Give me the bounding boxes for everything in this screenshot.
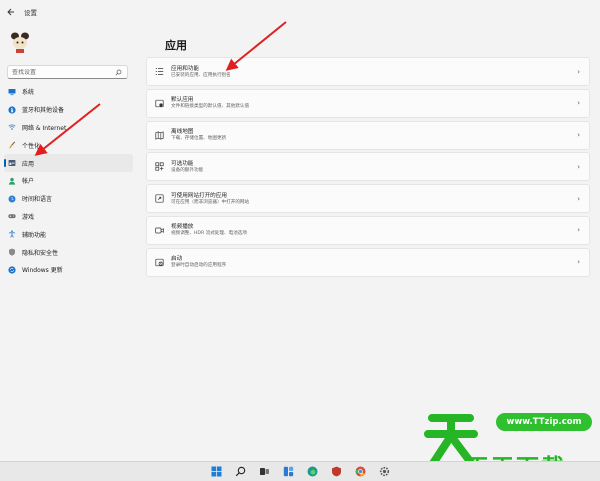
card-title: 启动: [171, 256, 183, 263]
sidebar-item-time-language[interactable]: 时间和语言: [4, 190, 133, 208]
sidebar-item-personalization[interactable]: 个性化: [4, 136, 133, 154]
sidebar-item-bluetooth[interactable]: 蓝牙和其他设备: [4, 101, 133, 119]
taskbar: [0, 461, 600, 481]
card-subtitle: 可在应用（而非浏览器）中打开的网站: [171, 199, 250, 205]
card-title: 可选功能: [171, 160, 194, 167]
avatar-icon: [11, 32, 29, 53]
sidebar-item-label: 个性化: [22, 142, 41, 150]
back-arrow-icon: [7, 8, 14, 16]
sidebar-item-label: 隐私和安全性: [22, 249, 59, 257]
settings-card-list: 应用和功能 已安装的应用、应用执行别名 › 默认应用 文件和链接类型的默认值、其他默…: [146, 57, 590, 280]
chevron-right-icon: ›: [577, 226, 580, 235]
sidebar-item-apps[interactable]: 应用: [4, 154, 133, 172]
card-apps-for-websites[interactable]: 可使用网站打开的应用 可在应用（而非浏览器）中打开的网站 ›: [146, 184, 590, 214]
sidebar-item-label: 网络 & Internet: [22, 124, 67, 132]
page-title: 应用: [165, 39, 187, 52]
avatar[interactable]: [8, 30, 32, 54]
card-subtitle: 文件和链接类型的默认值、其他默认值: [171, 104, 250, 110]
settings-icon[interactable]: [377, 465, 391, 479]
widgets-icon[interactable]: [281, 465, 295, 479]
user-icon: [8, 177, 16, 185]
sidebar-item-label: 蓝牙和其他设备: [22, 107, 65, 115]
card-title: 离线地图: [171, 129, 194, 136]
card-startup[interactable]: 启动 登录时自动启动的应用程序 ›: [146, 247, 590, 277]
search-icon[interactable]: [113, 67, 123, 77]
sidebar-item-label: 辅助功能: [22, 231, 47, 239]
sidebar-item-accounts[interactable]: 帐户: [4, 172, 133, 190]
card-apps-features[interactable]: 应用和功能 已安装的应用、应用执行别名 ›: [146, 57, 590, 86]
gamepad-icon: [8, 212, 16, 220]
card-default-apps[interactable]: 默认应用 文件和链接类型的默认值、其他默认值 ›: [146, 88, 590, 118]
monitor-icon: [8, 88, 16, 96]
video-icon: [154, 225, 164, 235]
sidebar-item-system[interactable]: 系统: [4, 83, 133, 101]
default-app-icon: [154, 98, 164, 108]
card-video-playback[interactable]: 视频播放 视频调整、HDR 流式处理、电池选项 ›: [146, 215, 590, 245]
shield-icon: [8, 248, 16, 256]
card-subtitle: 下载、存储位置、地图更新: [171, 136, 227, 142]
chevron-right-icon: ›: [577, 99, 580, 108]
sidebar-item-label: 应用: [22, 160, 35, 168]
web-app-icon: [154, 194, 164, 204]
sidebar-item-label: 帐户: [22, 178, 35, 186]
optional-features-icon: [154, 162, 164, 172]
startup-icon: [154, 257, 164, 267]
title-bar: 设置: [0, 0, 600, 24]
sidebar-item-label: 系统: [22, 89, 35, 97]
search-box: [7, 65, 128, 79]
back-button[interactable]: [0, 0, 22, 24]
brush-icon: [8, 141, 16, 149]
security-icon[interactable]: [329, 465, 343, 479]
card-optional-features[interactable]: 可选功能 设备的额外功能 ›: [146, 152, 590, 182]
sidebar-item-network[interactable]: 网络 & Internet: [4, 119, 133, 137]
bluetooth-icon: [8, 106, 16, 114]
sidebar-item-accessibility[interactable]: 辅助功能: [4, 225, 133, 243]
card-subtitle: 视频调整、HDR 流式处理、电池选项: [171, 231, 247, 237]
wifi-icon: [8, 123, 16, 131]
card-subtitle: 设备的额外功能: [171, 167, 204, 173]
chevron-right-icon: ›: [577, 67, 580, 76]
sidebar-nav: 系统 蓝牙和其他设备 网络 & Internet 个性化 应用 帐户 时间和语言…: [4, 83, 133, 279]
sidebar-item-windows-update[interactable]: Windows 更新: [4, 261, 133, 279]
apps-icon: [8, 159, 16, 167]
edge-icon[interactable]: [305, 465, 319, 479]
card-title: 可使用网站打开的应用: [171, 192, 227, 199]
app-title: 设置: [24, 9, 37, 17]
sidebar-item-label: 游戏: [22, 213, 35, 221]
globe-clock-icon: [8, 195, 16, 203]
update-icon: [8, 266, 16, 274]
list-icon: [154, 67, 164, 77]
sidebar-item-label: 时间和语言: [22, 196, 53, 204]
accessibility-icon: [8, 230, 16, 238]
chevron-right-icon: ›: [577, 131, 580, 140]
chevron-right-icon: ›: [577, 194, 580, 203]
card-title: 应用和功能: [171, 65, 199, 72]
sidebar-item-gaming[interactable]: 游戏: [4, 208, 133, 226]
chevron-right-icon: ›: [577, 162, 580, 171]
chevron-right-icon: ›: [577, 258, 580, 267]
search-icon[interactable]: [233, 465, 247, 479]
watermark-url: www.TTzip.com: [496, 413, 592, 431]
card-offline-maps[interactable]: 离线地图 下载、存储位置、地图更新 ›: [146, 120, 590, 150]
map-icon: [154, 130, 164, 140]
chrome-icon[interactable]: [353, 465, 367, 479]
card-subtitle: 登录时自动启动的应用程序: [171, 263, 227, 269]
sidebar-item-privacy[interactable]: 隐私和安全性: [4, 243, 133, 261]
sidebar-item-label: Windows 更新: [22, 267, 63, 275]
task-view-icon[interactable]: [257, 465, 271, 479]
search-input[interactable]: [12, 68, 113, 76]
start-icon[interactable]: [209, 465, 223, 479]
card-subtitle: 已安装的应用、应用执行别名: [171, 72, 231, 78]
